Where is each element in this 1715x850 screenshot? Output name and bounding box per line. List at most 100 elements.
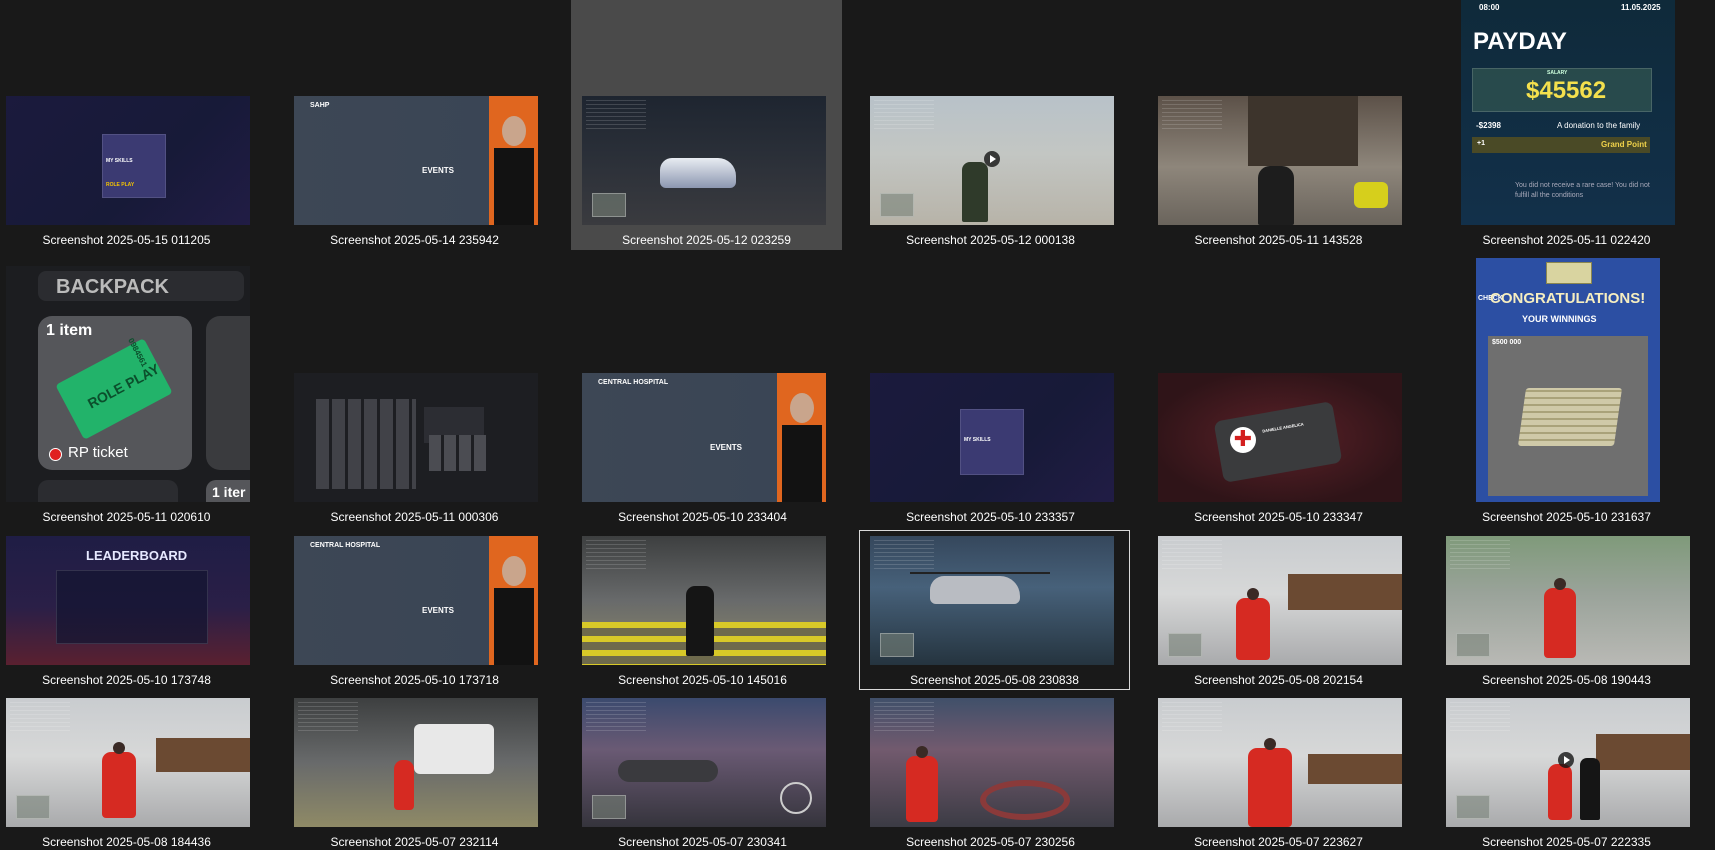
inventory-grid <box>429 435 489 471</box>
gallery-tile[interactable]: Screenshot 2025-05-07 232114 <box>288 692 541 850</box>
thumbnail-image: SAHP EVENTS <box>294 96 538 225</box>
thumbnail-image <box>870 536 1114 665</box>
gallery-tile[interactable]: MY SKILLS Screenshot 2025-05-10 233357 <box>864 258 1117 528</box>
gallery-tile[interactable]: Screenshot 2025-05-08 190443 <box>1440 530 1693 692</box>
payday-amount: $45562 <box>1526 77 1607 104</box>
gallery-tile[interactable]: BACKPACK 1 item ROLE PLAY 0984561 RP tic… <box>0 258 253 528</box>
thumbnail-image <box>582 698 826 827</box>
rotor <box>910 572 1050 574</box>
thumbnail-image: MY SKILLS ROLE PLAY <box>6 96 250 225</box>
tile-caption: Screenshot 2025-05-14 235942 <box>330 233 499 247</box>
gallery-tile[interactable]: CHECK CONGRATULATIONS! YOUR WINNINGS $50… <box>1440 258 1693 528</box>
thumbnail-image <box>582 96 826 225</box>
thumbnail-image <box>1158 96 1402 225</box>
banknote-icon <box>1546 262 1592 284</box>
minimap <box>592 193 626 217</box>
gallery-tile[interactable]: Screenshot 2025-05-12 000138 <box>864 0 1117 250</box>
gallery-tile[interactable]: Screenshot 2025-05-08 202154 <box>1152 530 1405 692</box>
tile-caption: Screenshot 2025-05-15 011205 <box>42 233 211 247</box>
play-icon[interactable] <box>1558 752 1574 768</box>
thumbnail-image <box>294 373 538 502</box>
gallery-tile-focused[interactable]: Screenshot 2025-05-08 230838 <box>859 530 1130 690</box>
ambulance <box>414 724 494 774</box>
hud-chat <box>1162 702 1222 732</box>
portrait-figure <box>790 393 814 423</box>
portrait-figure <box>494 588 534 665</box>
gallery-tile[interactable]: Screenshot 2025-05-07 222335 <box>1440 692 1693 850</box>
tile-caption: Screenshot 2025-05-08 190443 <box>1482 673 1651 687</box>
tile-caption: Screenshot 2025-05-11 022420 <box>1482 233 1651 247</box>
gallery-tile[interactable]: Screenshot 2025-05-07 230256 <box>864 692 1117 850</box>
minimap <box>880 193 914 217</box>
play-icon[interactable] <box>984 151 1000 167</box>
gallery-tile[interactable]: Screenshot 2025-05-08 184436 <box>0 692 253 850</box>
player-figure <box>1236 598 1270 660</box>
tile-caption: Screenshot 2025-05-07 222335 <box>1482 835 1651 849</box>
inventory-slot <box>38 480 178 502</box>
payday-title: PAYDAY <box>1473 28 1567 55</box>
minimap <box>592 795 626 819</box>
hud-chat <box>298 702 358 732</box>
tile-caption: Screenshot 2025-05-07 230341 <box>618 835 787 849</box>
portrait-figure <box>494 148 534 225</box>
deduction-amount: -$2398 <box>1476 121 1501 130</box>
thumbnail-image <box>870 96 1114 225</box>
thumbnail-text: MY SKILLS <box>964 437 991 443</box>
gallery-tile[interactable]: ✚ DANIELLE ANGELICA Screenshot 2025-05-1… <box>1152 258 1405 528</box>
salary-label: SALARY <box>1547 70 1568 76</box>
thumbnail-text: LEADERBOARD <box>86 548 188 563</box>
thumbnail-image: CENTRAL HOSPITAL EVENTS <box>582 373 826 502</box>
player-figure <box>906 756 938 822</box>
thumbnail-text: CENTRAL HOSPITAL <box>310 542 381 549</box>
gallery-tile[interactable]: CENTRAL HOSPITAL EVENTS Screenshot 2025-… <box>576 258 829 528</box>
player-head <box>1247 588 1259 600</box>
player-figure <box>394 760 414 810</box>
reception-desk <box>1596 734 1690 770</box>
tile-caption: Screenshot 2025-05-10 233357 <box>906 510 1075 524</box>
thumbnail-text: SAHP <box>310 102 330 109</box>
gallery-tile[interactable]: MY SKILLS ROLE PLAY Screenshot 2025-05-1… <box>0 0 253 250</box>
gallery-tile[interactable]: Screenshot 2025-05-10 145016 <box>576 530 829 692</box>
medical-cross-icon: ✚ <box>1230 427 1256 453</box>
payday-date: 11.05.2025 <box>1621 3 1661 12</box>
inventory-slot <box>206 316 250 470</box>
gallery-tile[interactable]: 08:00 11.05.2025 PAYDAY SALARY $45562 -$… <box>1440 0 1693 250</box>
item-count: 1 item <box>46 322 93 339</box>
thumbnail-text: MY SKILLS <box>106 158 133 164</box>
hud-chat <box>1450 540 1510 570</box>
money-stack-icon <box>1517 388 1623 446</box>
thumbnail-image: CHECK CONGRATULATIONS! YOUR WINNINGS $50… <box>1476 258 1660 502</box>
helicopter <box>618 760 718 782</box>
thumbnail-text: EVENTS <box>422 606 455 615</box>
gallery-tile[interactable]: LEADERBOARD Screenshot 2025-05-10 173748 <box>0 530 253 692</box>
player-head <box>1554 578 1566 590</box>
thumbnail-image <box>1446 536 1690 665</box>
rarity-dot <box>49 448 62 461</box>
gallery-tile[interactable]: Screenshot 2025-05-07 223627 <box>1152 692 1405 850</box>
tile-caption: Screenshot 2025-05-11 000306 <box>330 510 499 524</box>
hud-chat <box>874 702 934 732</box>
tile-caption: Screenshot 2025-05-07 230256 <box>906 835 1075 849</box>
gallery-tile[interactable]: Screenshot 2025-05-07 230341 <box>576 692 829 850</box>
thumbnail-image <box>294 698 538 827</box>
gallery-tile-selected[interactable]: Screenshot 2025-05-12 023259 <box>571 0 842 250</box>
gallery-tile[interactable]: CENTRAL HOSPITAL EVENTS Screenshot 2025-… <box>288 530 541 692</box>
payday-note: You did not receive a rare case! You did… <box>1515 182 1650 199</box>
points-value: +1 <box>1477 140 1485 147</box>
thumbnail-text: EVENTS <box>710 443 743 452</box>
hud-chat <box>586 702 646 732</box>
thumbnail-image: BACKPACK 1 item ROLE PLAY 0984561 RP tic… <box>6 266 250 502</box>
deduction-note: A donation to the family <box>1557 121 1641 130</box>
tile-caption: Screenshot 2025-05-10 231637 <box>1482 510 1651 524</box>
tile-caption: Screenshot 2025-05-10 173748 <box>42 673 211 687</box>
gallery-tile[interactable]: Screenshot 2025-05-11 000306 <box>288 258 541 528</box>
thumbnail-image: MY SKILLS <box>870 373 1114 502</box>
minimap <box>1456 633 1490 657</box>
thumbnail-image: LEADERBOARD <box>6 536 250 665</box>
gallery-tile[interactable]: Screenshot 2025-05-11 143528 <box>1152 0 1405 250</box>
gallery-tile[interactable]: SAHP EVENTS Screenshot 2025-05-14 235942 <box>288 0 541 250</box>
portrait-figure <box>502 116 526 146</box>
tile-caption: Screenshot 2025-05-12 000138 <box>906 233 1075 247</box>
tile-caption: Screenshot 2025-05-11 020610 <box>42 510 211 524</box>
minimap <box>1168 633 1202 657</box>
